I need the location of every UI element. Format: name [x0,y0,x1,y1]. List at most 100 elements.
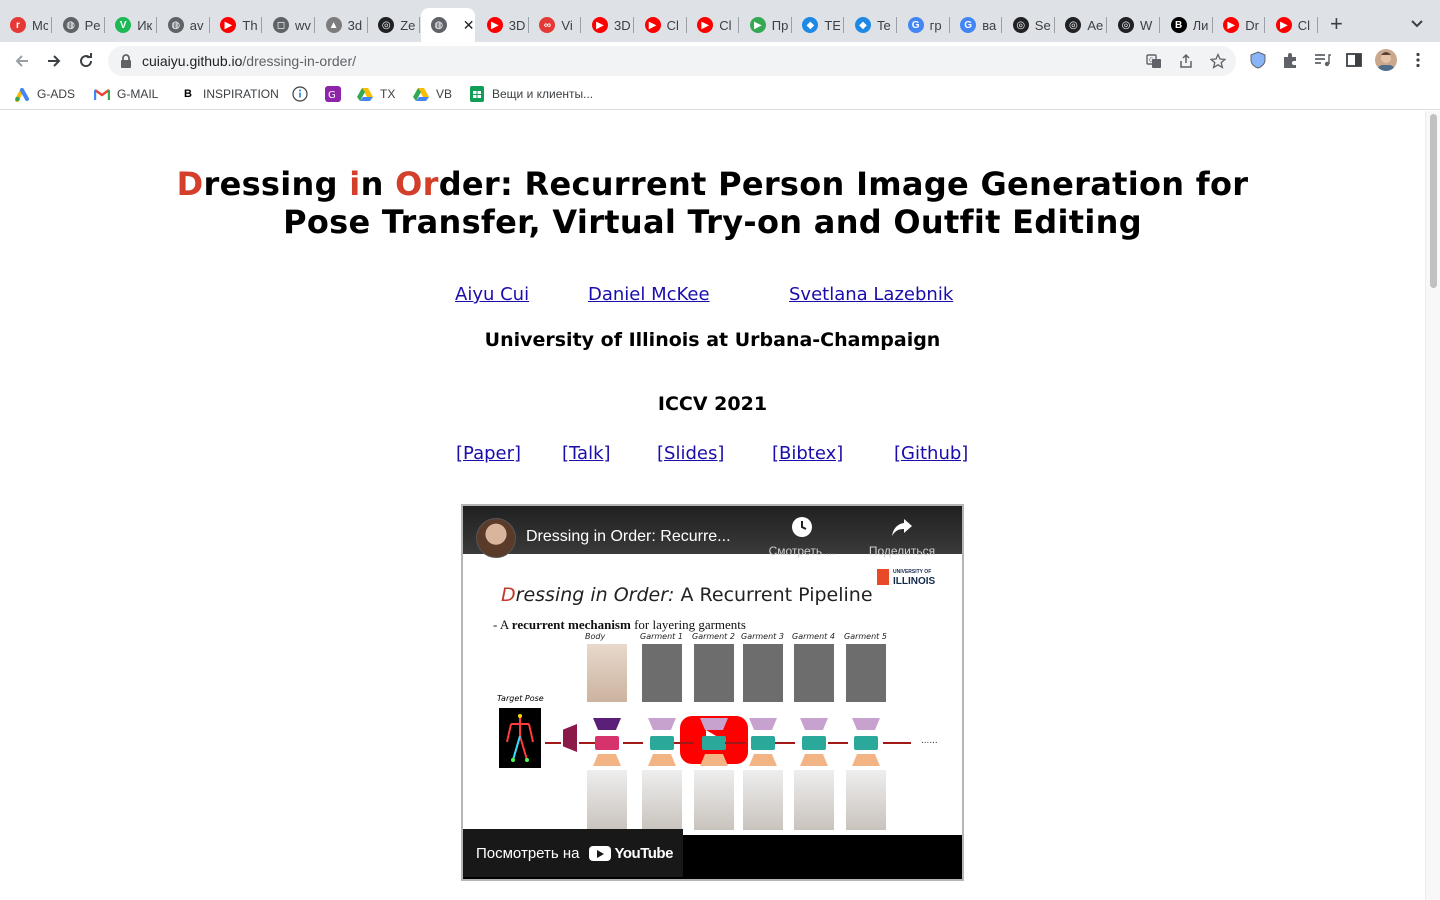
watch-on-youtube-button[interactable]: Посмотреть на YouTube [463,829,683,877]
bibtex-link[interactable]: [Bibtex] [772,443,843,464]
video-title[interactable]: Dressing in Order: Recurre... [526,528,731,546]
slides-link[interactable]: [Slides] [657,443,724,464]
result-image [846,770,886,830]
bookmark-label: Вещи и клиенты... [492,87,594,101]
author-link-aiyu-cui[interactable]: Aiyu Cui [455,284,529,305]
author-link-daniel-mckee[interactable]: Daniel McKee [588,284,710,305]
browser-tab[interactable]: ▶ Dr [1213,8,1266,42]
globe-icon: ◍ [430,17,447,33]
bookmark-item[interactable]: Вещи и клиенты... [469,86,593,102]
bookmark-item[interactable]: G-ADS [14,86,75,102]
browser-tab[interactable]: V Ик [105,8,158,42]
lock-icon[interactable] [120,54,132,68]
youtube-icon: ▶ [1223,17,1240,33]
youtube-play-logo-icon [589,845,612,861]
browser-tab[interactable]: ▶ Cl [687,8,740,42]
page-scrollbar[interactable] [1425,111,1440,900]
browser-tab[interactable]: ▶ 3D [582,8,634,42]
share-icon[interactable] [1178,53,1194,69]
side-panel-icon[interactable] [1345,51,1363,69]
forward-arrow-icon[interactable] [44,51,64,71]
browser-tab[interactable]: ▶ Cl [1266,8,1318,42]
red-circle-logo-icon: r [10,17,26,33]
cube-icon: ◆ [802,17,819,33]
bookmark-item[interactable]: VB [413,86,452,102]
new-tab-button[interactable]: + [1330,12,1343,36]
scrollbar-thumb[interactable] [1430,114,1437,288]
translate-icon[interactable]: G [1146,53,1162,69]
bookmark-label: INSPIRATION [203,87,279,101]
svg-text:G: G [1149,57,1154,64]
generator-block [802,736,826,750]
browser-tab[interactable]: ▶ Th [210,8,263,42]
youtube-logo: YouTube [589,845,673,862]
decoder-block [749,754,777,766]
browser-tab[interactable]: ▶ Cl [635,8,687,42]
bookmark-item[interactable] [292,86,308,102]
talk-link[interactable]: [Talk] [562,443,611,464]
browser-tab[interactable]: ◻ wv [263,8,315,42]
browser-tab[interactable]: ◎ Se [1003,8,1055,42]
browser-tab[interactable]: ◆ Te [845,8,897,42]
browser-tab[interactable]: r Mc [0,8,52,42]
result-image [794,770,834,830]
github-link[interactable]: [Github] [894,443,968,464]
browser-tab[interactable]: ▲ 3d [316,8,368,42]
triangle-logo-icon: ▲ [325,17,342,33]
svg-text:G: G [328,90,336,101]
browser-tab[interactable]: ◎ W [1108,8,1160,42]
browser-tab[interactable]: ∞ Vi [529,8,582,42]
tab-title: 3d [347,17,363,33]
browser-tab[interactable]: ▶ Пр [740,8,792,42]
youtube-icon: ▶ [644,17,661,33]
profile-avatar[interactable] [1375,49,1397,71]
tab-title: Vi [561,17,573,33]
bookmark-item[interactable]: B INSPIRATION [180,86,279,102]
channel-avatar[interactable] [476,518,516,558]
browser-tab[interactable]: ◎ Ae [1055,8,1108,42]
bookmark-item[interactable]: G [325,86,341,102]
media-controls-icon[interactable] [1313,51,1331,69]
video-footer: Посмотреть на YouTube [463,829,962,879]
result-image [587,770,627,830]
bookmark-item[interactable]: TX [357,86,395,102]
shield-extension-icon[interactable] [1249,51,1267,69]
tab-separator [1316,17,1318,33]
browser-tab[interactable]: Gва [950,8,1003,42]
share-button[interactable]: Поделиться [862,516,942,558]
browser-tab[interactable]: ◍ Pe [53,8,105,42]
reload-icon[interactable] [76,51,96,71]
tab-search-chevron-icon[interactable] [1408,14,1426,32]
target-pose-label: Target Pose [497,694,544,703]
back-arrow-icon[interactable] [12,51,32,71]
paper-link[interactable]: [Paper] [456,443,521,464]
browser-tab[interactable]: ◍ ✕ [420,8,475,42]
author-link-svetlana-lazebnik[interactable]: Svetlana Lazebnik [789,284,953,305]
youtube-embed[interactable]: Dressing in Order: A Recurrent Pipeline … [461,504,964,881]
browser-tab[interactable]: ◎ Ze [368,8,421,42]
bookmark-star-icon[interactable] [1210,53,1226,69]
address-bar[interactable]: cuiaiyu.github.io/dressing-in-order/ G [108,46,1236,76]
globe-icon: ◍ [167,17,184,33]
browser-tab[interactable]: B Ли [1161,8,1213,42]
close-tab-icon[interactable]: ✕ [463,17,475,34]
illinois-i-mark [877,569,889,585]
watch-later-button[interactable]: Смотреть ... [762,516,842,558]
extensions-puzzle-icon[interactable] [1281,51,1299,69]
url-text[interactable]: cuiaiyu.github.io/dressing-in-order/ [142,53,356,69]
video-thumbnail-slide: Dressing in Order: A Recurrent Pipeline … [463,554,962,835]
generator-block [751,736,775,750]
bookmark-item[interactable]: G-MAIL [94,86,158,102]
browser-tab[interactable]: Gгр [898,8,950,42]
browser-tab[interactable]: ◆ TE [792,8,845,42]
generator-block [854,736,878,750]
title-text: n [360,165,396,203]
tab-title: Dr [1245,17,1259,33]
kebab-menu-icon[interactable] [1409,51,1427,69]
browser-tab[interactable]: ▶ 3D [477,8,529,42]
share-arrow-icon [892,519,912,536]
rings-logo-icon: ∞ [539,17,556,33]
tab-title: av [189,17,204,33]
browser-tab[interactable]: ◍ av [158,8,210,42]
tab-title: Ze [400,17,416,33]
